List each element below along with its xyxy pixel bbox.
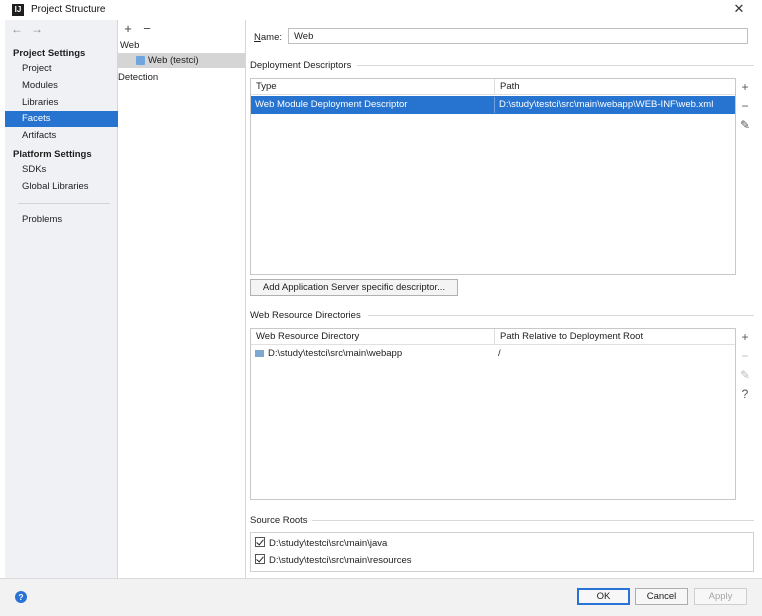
descriptor-path-cell: D:\study\testci\src\main\webapp\WEB-INF\… bbox=[494, 97, 735, 113]
remove-facet-icon[interactable]: − bbox=[141, 22, 153, 36]
column-header-relative-path[interactable]: Path Relative to Deployment Root bbox=[494, 329, 735, 345]
add-server-descriptor-button[interactable]: Add Application Server specific descript… bbox=[250, 279, 458, 296]
apply-button[interactable]: Apply bbox=[694, 588, 747, 605]
name-label: Name: bbox=[254, 32, 282, 43]
tree-item-web-testci[interactable]: Web (testci) bbox=[118, 53, 245, 68]
deployment-descriptors-title: Deployment Descriptors bbox=[250, 60, 352, 71]
sidebar-item-artifacts[interactable]: Artifacts bbox=[5, 128, 118, 144]
ok-button[interactable]: OK bbox=[577, 588, 630, 605]
close-icon[interactable]: ✕ bbox=[731, 1, 747, 17]
sidebar-item-project[interactable]: Project bbox=[5, 61, 118, 77]
directory-path-text: D:\study\testci\src\main\webapp bbox=[268, 348, 403, 359]
column-header-web-resource-directory[interactable]: Web Resource Directory bbox=[251, 329, 494, 345]
facet-settings-panel: Name: Deployment Descriptors Type Path W… bbox=[246, 20, 762, 578]
column-header-type[interactable]: Type bbox=[251, 79, 494, 95]
column-header-path[interactable]: Path bbox=[494, 79, 735, 95]
source-root-item[interactable]: D:\study\testci\src\main\resources bbox=[255, 553, 412, 569]
source-roots-title: Source Roots bbox=[250, 515, 308, 526]
sidebar-item-modules[interactable]: Modules bbox=[5, 78, 118, 94]
help-icon[interactable]: ? bbox=[738, 387, 752, 401]
web-facet-icon bbox=[136, 56, 145, 65]
deployment-descriptors-table: Type Path Web Module Deployment Descript… bbox=[250, 78, 736, 275]
source-root-checkbox[interactable] bbox=[255, 554, 265, 564]
cancel-button[interactable]: Cancel bbox=[635, 588, 688, 605]
section-divider bbox=[368, 315, 754, 316]
intellij-app-icon: IJ bbox=[12, 4, 24, 16]
edit-resource-directory-icon[interactable]: ✎ bbox=[738, 368, 752, 382]
sidebar-item-facets[interactable]: Facets bbox=[5, 111, 118, 127]
web-resource-directory-cell: D:\study\testci\src\main\webapp bbox=[251, 346, 494, 362]
descriptor-type-cell: Web Module Deployment Descriptor bbox=[255, 99, 408, 110]
source-root-checkbox[interactable] bbox=[255, 537, 265, 547]
tree-group-detection[interactable]: Detection bbox=[118, 72, 158, 83]
sidebar-item-global-libraries[interactable]: Global Libraries bbox=[5, 179, 118, 195]
facet-tree-panel: + − Web Web (testci) Detection bbox=[118, 20, 246, 578]
remove-resource-directory-icon[interactable]: − bbox=[738, 349, 752, 363]
web-resource-directories-table: Web Resource Directory Path Relative to … bbox=[250, 328, 736, 500]
source-root-path: D:\study\testci\src\main\resources bbox=[269, 555, 412, 566]
edit-descriptor-icon[interactable]: ✎ bbox=[738, 118, 752, 132]
window-title: Project Structure bbox=[31, 4, 106, 15]
project-settings-header: Project Settings bbox=[13, 48, 86, 59]
dialog-button-bar: ? OK Cancel Apply bbox=[0, 578, 762, 616]
table-row[interactable]: Web Module Deployment Descriptor D:\stud… bbox=[251, 96, 735, 114]
remove-descriptor-icon[interactable]: − bbox=[738, 99, 752, 113]
title-bar: IJ Project Structure ✕ bbox=[0, 0, 762, 20]
tree-group-web[interactable]: Web bbox=[120, 40, 139, 51]
folder-icon bbox=[255, 350, 264, 357]
section-divider bbox=[312, 520, 754, 521]
source-root-path: D:\study\testci\src\main\java bbox=[269, 538, 388, 549]
sidebar-item-libraries[interactable]: Libraries bbox=[5, 95, 118, 111]
relative-path-cell: / bbox=[498, 348, 501, 359]
tree-item-label: Web (testci) bbox=[148, 55, 199, 66]
forward-arrow-icon[interactable]: → bbox=[31, 22, 43, 36]
add-descriptor-icon[interactable]: + bbox=[738, 80, 752, 94]
table-row[interactable]: D:\study\testci\src\main\webapp / bbox=[251, 346, 735, 362]
add-resource-directory-icon[interactable]: + bbox=[738, 330, 752, 344]
sidebar-separator bbox=[18, 203, 110, 204]
back-arrow-icon[interactable]: ← bbox=[11, 22, 23, 36]
section-divider bbox=[357, 65, 754, 66]
settings-sidebar: ← → Project Settings Project Modules Lib… bbox=[5, 20, 118, 578]
help-icon[interactable]: ? bbox=[15, 591, 27, 603]
platform-settings-header: Platform Settings bbox=[13, 149, 92, 160]
source-roots-list: D:\study\testci\src\main\java D:\study\t… bbox=[250, 532, 754, 572]
add-facet-icon[interactable]: + bbox=[122, 22, 134, 36]
sidebar-item-sdks[interactable]: SDKs bbox=[5, 162, 118, 178]
sidebar-item-problems[interactable]: Problems bbox=[5, 212, 118, 228]
name-input[interactable] bbox=[288, 28, 748, 44]
web-resource-directories-title: Web Resource Directories bbox=[250, 310, 361, 321]
source-root-item[interactable]: D:\study\testci\src\main\java bbox=[255, 536, 387, 552]
